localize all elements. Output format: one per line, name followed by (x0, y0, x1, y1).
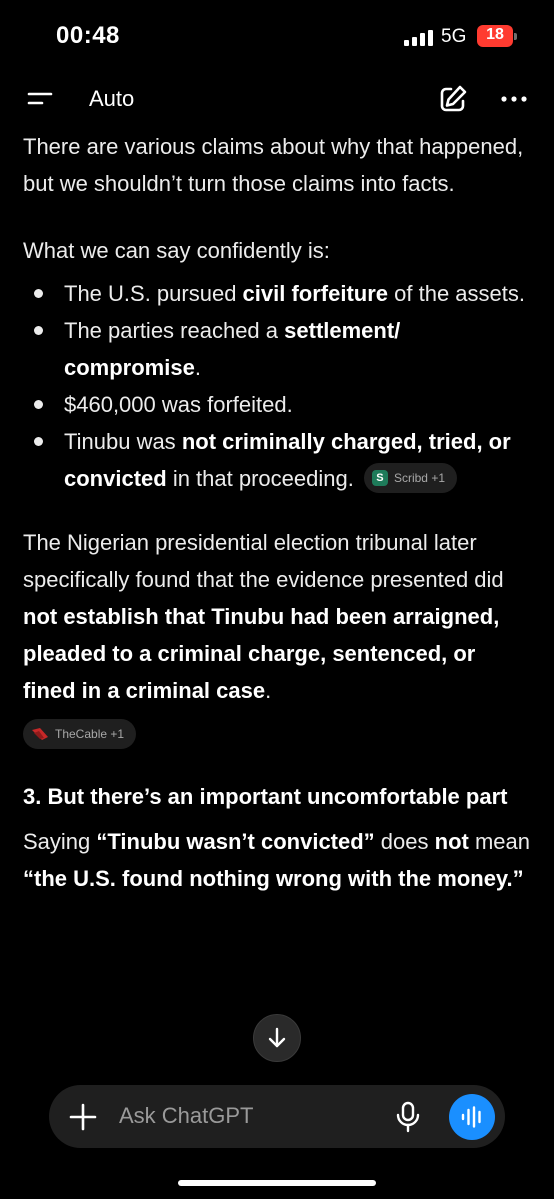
composer (49, 1085, 505, 1148)
home-indicator (178, 1180, 376, 1186)
paragraph: What we can say confidently is: (23, 238, 330, 263)
ask-input[interactable] (119, 1093, 379, 1139)
status-time: 00:48 (56, 22, 120, 49)
plus-icon[interactable] (69, 1103, 97, 1131)
paragraph: The Nigerian presidential election tribu… (23, 530, 504, 703)
battery-icon: 18 (477, 25, 513, 47)
menu-icon[interactable] (26, 86, 56, 112)
list-item: The U.S. pursued civil forfeiture of the… (23, 275, 533, 312)
paragraph: There are various claims about why that … (23, 134, 524, 196)
top-bar: Auto (0, 72, 554, 128)
list-item: Tinubu was not criminally charged, tried… (23, 423, 533, 497)
microphone-icon[interactable] (396, 1101, 420, 1133)
source-chip-scribd[interactable]: S Scribd +1 (363, 463, 457, 494)
thecable-icon (32, 728, 48, 741)
scribd-icon: S (371, 470, 388, 487)
section-heading: 3. But there’s an important uncomfortabl… (23, 784, 508, 809)
list-item: The parties reached a settlement/ compro… (23, 312, 533, 386)
chip-label: Scribd +1 (393, 471, 445, 486)
assistant-message: There are various claims about why that … (23, 128, 533, 897)
network-label: 5G (441, 26, 467, 47)
list-item: $460,000 was forfeited. (23, 386, 533, 423)
status-bar: 00:48 5G 18 (0, 0, 554, 70)
paragraph: Saying “Tinubu wasn’t convicted” does no… (23, 829, 530, 891)
waveform-icon (461, 1106, 481, 1128)
signal-icon (404, 30, 433, 46)
more-icon[interactable] (498, 86, 530, 112)
battery-level: 18 (486, 26, 504, 43)
scroll-down-button[interactable] (253, 1014, 301, 1062)
model-selector[interactable]: Auto (89, 86, 134, 112)
edit-icon[interactable] (436, 82, 470, 116)
bullet-list: The U.S. pursued civil forfeiture of the… (23, 275, 533, 497)
voice-mode-button[interactable] (449, 1094, 495, 1140)
source-chip-thecable[interactable]: TheCable +1 (23, 719, 137, 750)
battery-cap (514, 33, 517, 40)
chip-label: TheCable +1 (55, 727, 125, 742)
arrow-down-icon (268, 1027, 286, 1048)
